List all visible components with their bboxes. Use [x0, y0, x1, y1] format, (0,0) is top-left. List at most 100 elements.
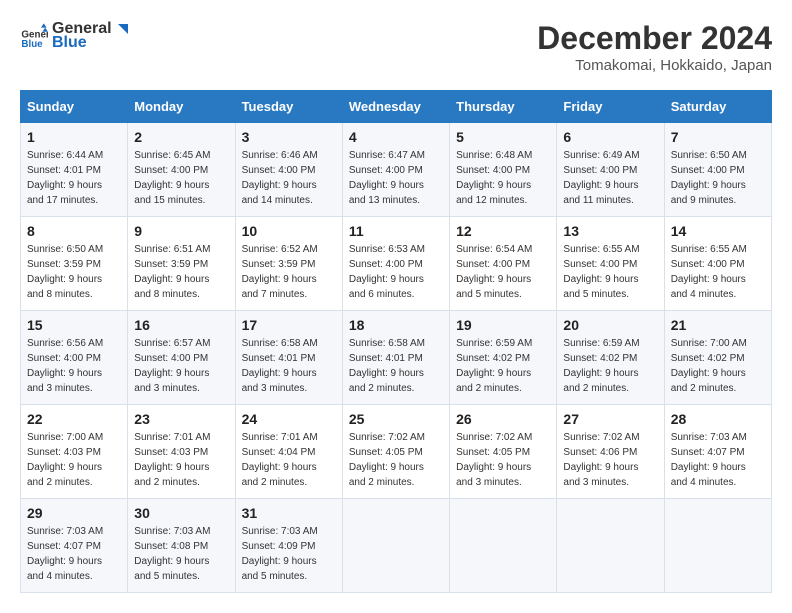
svg-text:Blue: Blue: [21, 39, 43, 50]
logo-icon: General Blue: [20, 22, 48, 50]
day-number: 1: [27, 129, 121, 145]
day-number: 4: [349, 129, 443, 145]
calendar-cell: 22 Sunrise: 7:00 AM Sunset: 4:03 PM Dayl…: [21, 405, 128, 499]
day-number: 23: [134, 411, 228, 427]
day-number: 22: [27, 411, 121, 427]
day-number: 13: [563, 223, 657, 239]
calendar-cell: 20 Sunrise: 6:59 AM Sunset: 4:02 PM Dayl…: [557, 311, 664, 405]
day-detail: Sunrise: 6:59 AM Sunset: 4:02 PM Dayligh…: [563, 336, 657, 396]
weekday-header-wednesday: Wednesday: [342, 91, 449, 123]
calendar-cell: [450, 499, 557, 593]
day-number: 11: [349, 223, 443, 239]
month-title: December 2024: [537, 20, 772, 57]
day-number: 24: [242, 411, 336, 427]
calendar-week-row: 29 Sunrise: 7:03 AM Sunset: 4:07 PM Dayl…: [21, 499, 772, 593]
day-detail: Sunrise: 6:57 AM Sunset: 4:00 PM Dayligh…: [134, 336, 228, 396]
calendar-cell: 10 Sunrise: 6:52 AM Sunset: 3:59 PM Dayl…: [235, 217, 342, 311]
day-detail: Sunrise: 6:54 AM Sunset: 4:00 PM Dayligh…: [456, 242, 550, 302]
weekday-header-sunday: Sunday: [21, 91, 128, 123]
day-detail: Sunrise: 6:44 AM Sunset: 4:01 PM Dayligh…: [27, 148, 121, 208]
calendar-cell: [664, 499, 771, 593]
day-detail: Sunrise: 7:02 AM Sunset: 4:05 PM Dayligh…: [349, 430, 443, 490]
day-number: 27: [563, 411, 657, 427]
calendar-cell: 5 Sunrise: 6:48 AM Sunset: 4:00 PM Dayli…: [450, 123, 557, 217]
calendar-cell: 6 Sunrise: 6:49 AM Sunset: 4:00 PM Dayli…: [557, 123, 664, 217]
day-number: 2: [134, 129, 228, 145]
day-number: 28: [671, 411, 765, 427]
calendar-cell: 2 Sunrise: 6:45 AM Sunset: 4:00 PM Dayli…: [128, 123, 235, 217]
calendar-cell: 1 Sunrise: 6:44 AM Sunset: 4:01 PM Dayli…: [21, 123, 128, 217]
calendar-week-row: 8 Sunrise: 6:50 AM Sunset: 3:59 PM Dayli…: [21, 217, 772, 311]
day-number: 7: [671, 129, 765, 145]
day-detail: Sunrise: 7:03 AM Sunset: 4:09 PM Dayligh…: [242, 524, 336, 584]
day-detail: Sunrise: 7:02 AM Sunset: 4:06 PM Dayligh…: [563, 430, 657, 490]
calendar-week-row: 1 Sunrise: 6:44 AM Sunset: 4:01 PM Dayli…: [21, 123, 772, 217]
location-title: Tomakomai, Hokkaido, Japan: [537, 57, 772, 74]
day-detail: Sunrise: 7:02 AM Sunset: 4:05 PM Dayligh…: [456, 430, 550, 490]
calendar-cell: 7 Sunrise: 6:50 AM Sunset: 4:00 PM Dayli…: [664, 123, 771, 217]
day-detail: Sunrise: 6:47 AM Sunset: 4:00 PM Dayligh…: [349, 148, 443, 208]
day-detail: Sunrise: 6:55 AM Sunset: 4:00 PM Dayligh…: [671, 242, 765, 302]
day-number: 30: [134, 505, 228, 521]
calendar-cell: 9 Sunrise: 6:51 AM Sunset: 3:59 PM Dayli…: [128, 217, 235, 311]
day-number: 6: [563, 129, 657, 145]
calendar-cell: 12 Sunrise: 6:54 AM Sunset: 4:00 PM Dayl…: [450, 217, 557, 311]
calendar-cell: 24 Sunrise: 7:01 AM Sunset: 4:04 PM Dayl…: [235, 405, 342, 499]
day-detail: Sunrise: 6:49 AM Sunset: 4:00 PM Dayligh…: [563, 148, 657, 208]
day-detail: Sunrise: 6:52 AM Sunset: 3:59 PM Dayligh…: [242, 242, 336, 302]
calendar-cell: 31 Sunrise: 7:03 AM Sunset: 4:09 PM Dayl…: [235, 499, 342, 593]
logo: General Blue General Blue: [20, 20, 132, 52]
day-number: 18: [349, 317, 443, 333]
logo-arrow-icon: [114, 20, 132, 38]
calendar-cell: 3 Sunrise: 6:46 AM Sunset: 4:00 PM Dayli…: [235, 123, 342, 217]
day-detail: Sunrise: 6:55 AM Sunset: 4:00 PM Dayligh…: [563, 242, 657, 302]
calendar-cell: [342, 499, 449, 593]
day-detail: Sunrise: 7:03 AM Sunset: 4:08 PM Dayligh…: [134, 524, 228, 584]
day-detail: Sunrise: 6:50 AM Sunset: 4:00 PM Dayligh…: [671, 148, 765, 208]
day-detail: Sunrise: 6:56 AM Sunset: 4:00 PM Dayligh…: [27, 336, 121, 396]
calendar-cell: 11 Sunrise: 6:53 AM Sunset: 4:00 PM Dayl…: [342, 217, 449, 311]
weekday-header-tuesday: Tuesday: [235, 91, 342, 123]
day-number: 8: [27, 223, 121, 239]
calendar-cell: 13 Sunrise: 6:55 AM Sunset: 4:00 PM Dayl…: [557, 217, 664, 311]
calendar-cell: 8 Sunrise: 6:50 AM Sunset: 3:59 PM Dayli…: [21, 217, 128, 311]
weekday-header-thursday: Thursday: [450, 91, 557, 123]
day-number: 15: [27, 317, 121, 333]
day-number: 10: [242, 223, 336, 239]
day-number: 19: [456, 317, 550, 333]
calendar-cell: 28 Sunrise: 7:03 AM Sunset: 4:07 PM Dayl…: [664, 405, 771, 499]
calendar-cell: 26 Sunrise: 7:02 AM Sunset: 4:05 PM Dayl…: [450, 405, 557, 499]
day-number: 20: [563, 317, 657, 333]
calendar-cell: 18 Sunrise: 6:58 AM Sunset: 4:01 PM Dayl…: [342, 311, 449, 405]
weekday-header-saturday: Saturday: [664, 91, 771, 123]
header: General Blue General Blue December 2024 …: [20, 20, 772, 74]
day-detail: Sunrise: 7:03 AM Sunset: 4:07 PM Dayligh…: [27, 524, 121, 584]
calendar-cell: 23 Sunrise: 7:01 AM Sunset: 4:03 PM Dayl…: [128, 405, 235, 499]
calendar-cell: 16 Sunrise: 6:57 AM Sunset: 4:00 PM Dayl…: [128, 311, 235, 405]
calendar-cell: 15 Sunrise: 6:56 AM Sunset: 4:00 PM Dayl…: [21, 311, 128, 405]
day-detail: Sunrise: 6:58 AM Sunset: 4:01 PM Dayligh…: [349, 336, 443, 396]
day-detail: Sunrise: 6:58 AM Sunset: 4:01 PM Dayligh…: [242, 336, 336, 396]
calendar-week-row: 22 Sunrise: 7:00 AM Sunset: 4:03 PM Dayl…: [21, 405, 772, 499]
calendar-cell: 30 Sunrise: 7:03 AM Sunset: 4:08 PM Dayl…: [128, 499, 235, 593]
day-detail: Sunrise: 6:46 AM Sunset: 4:00 PM Dayligh…: [242, 148, 336, 208]
day-detail: Sunrise: 7:01 AM Sunset: 4:04 PM Dayligh…: [242, 430, 336, 490]
day-detail: Sunrise: 7:00 AM Sunset: 4:03 PM Dayligh…: [27, 430, 121, 490]
day-number: 16: [134, 317, 228, 333]
calendar-week-row: 15 Sunrise: 6:56 AM Sunset: 4:00 PM Dayl…: [21, 311, 772, 405]
day-detail: Sunrise: 6:51 AM Sunset: 3:59 PM Dayligh…: [134, 242, 228, 302]
weekday-header-monday: Monday: [128, 91, 235, 123]
weekday-header-row: SundayMondayTuesdayWednesdayThursdayFrid…: [21, 91, 772, 123]
day-detail: Sunrise: 7:00 AM Sunset: 4:02 PM Dayligh…: [671, 336, 765, 396]
calendar-cell: 21 Sunrise: 7:00 AM Sunset: 4:02 PM Dayl…: [664, 311, 771, 405]
calendar-table: SundayMondayTuesdayWednesdayThursdayFrid…: [20, 90, 772, 593]
calendar-cell: 14 Sunrise: 6:55 AM Sunset: 4:00 PM Dayl…: [664, 217, 771, 311]
day-number: 14: [671, 223, 765, 239]
day-detail: Sunrise: 6:53 AM Sunset: 4:00 PM Dayligh…: [349, 242, 443, 302]
day-number: 5: [456, 129, 550, 145]
day-detail: Sunrise: 7:01 AM Sunset: 4:03 PM Dayligh…: [134, 430, 228, 490]
day-number: 21: [671, 317, 765, 333]
day-detail: Sunrise: 6:45 AM Sunset: 4:00 PM Dayligh…: [134, 148, 228, 208]
calendar-cell: 25 Sunrise: 7:02 AM Sunset: 4:05 PM Dayl…: [342, 405, 449, 499]
title-area: December 2024 Tomakomai, Hokkaido, Japan: [537, 20, 772, 74]
